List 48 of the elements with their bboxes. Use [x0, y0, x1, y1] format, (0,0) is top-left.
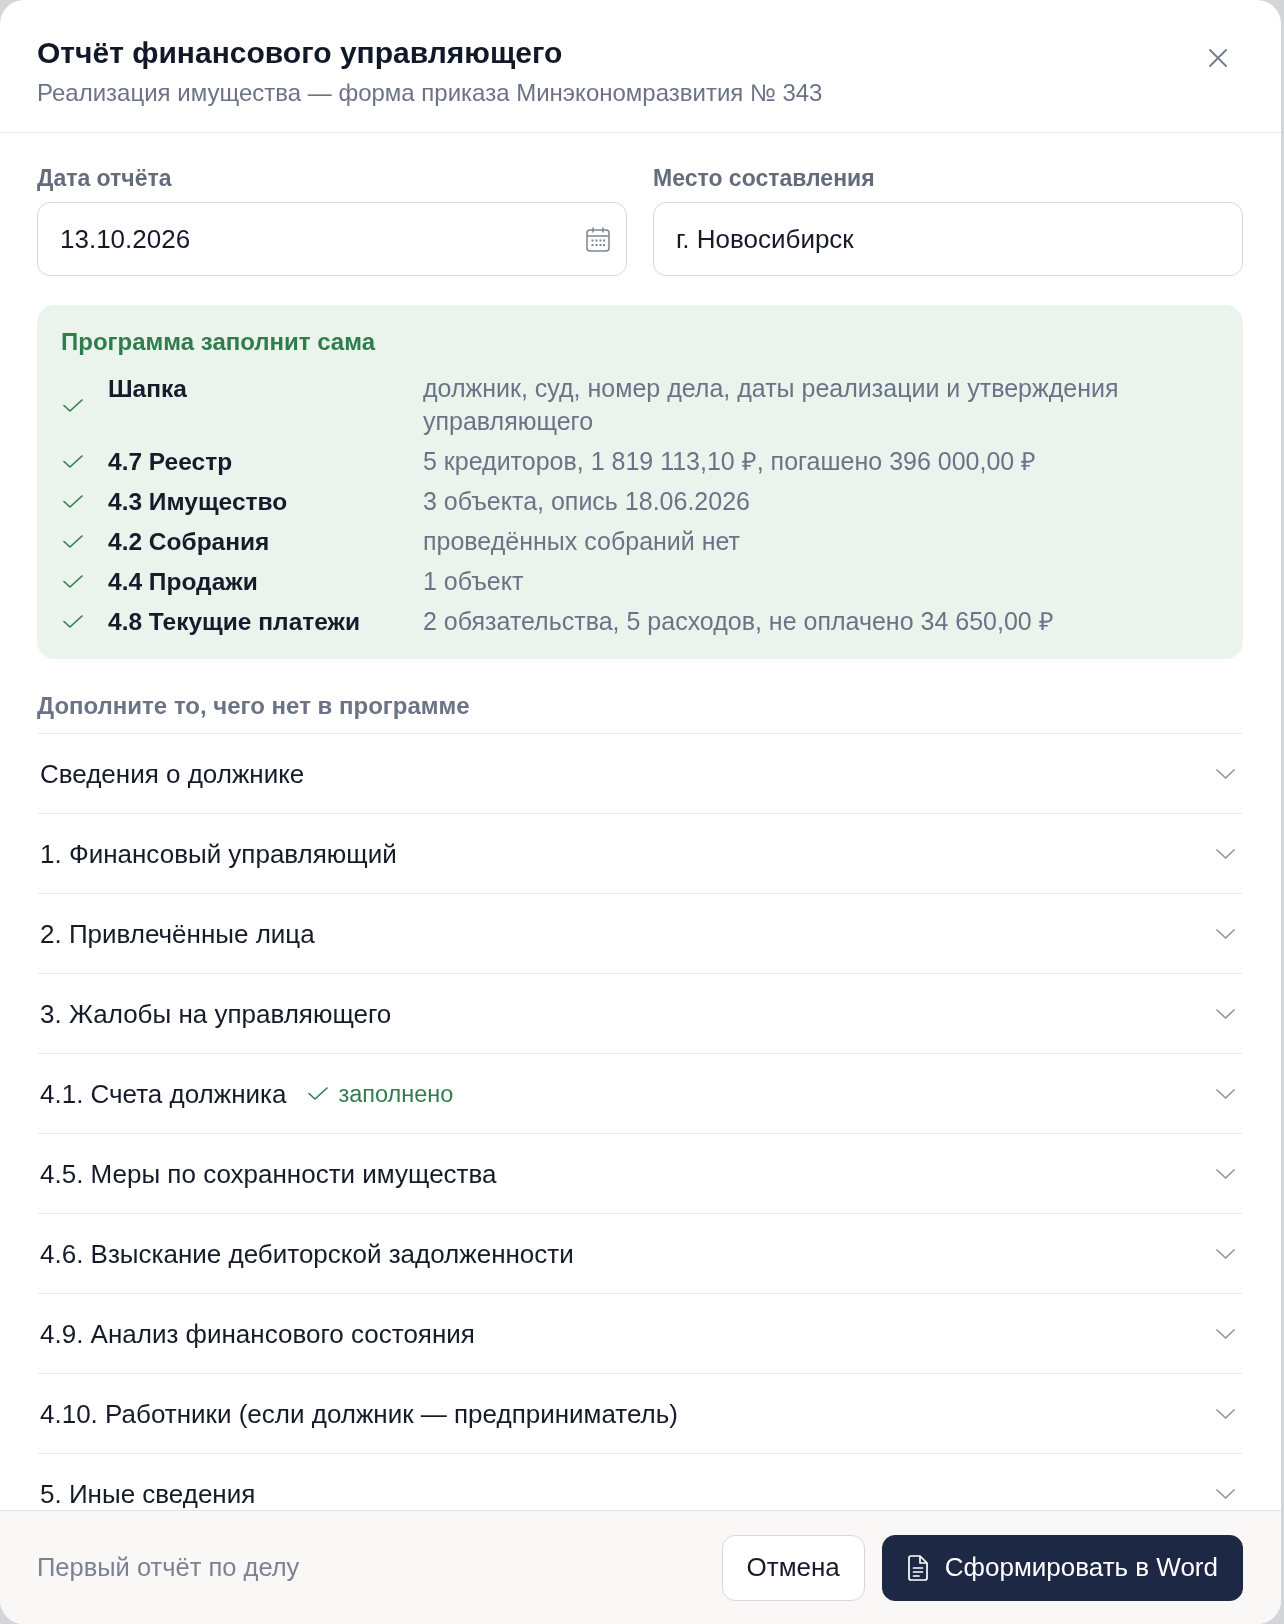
- item-description: 1 объект: [423, 566, 524, 597]
- text-input-field[interactable]: г. Новосибирск: [653, 202, 1243, 276]
- item-description: 3 объекта, опись 18.06.2026: [423, 486, 750, 517]
- item-description: 2 обязательства, 5 расходов, не оплачено 34 650,00 ₽: [423, 606, 1054, 637]
- date-input-field[interactable]: 13.10.2026: [37, 202, 627, 276]
- dialog-title: Отчёт финансового управляющего: [37, 35, 563, 71]
- field-label: Дата отчёта: [37, 165, 172, 191]
- section-title[interactable]: 4.10. Работники (если должник — предприниматель): [40, 1398, 678, 1429]
- section-title[interactable]: 4.5. Меры по сохранности имущества: [40, 1158, 497, 1189]
- close-icon: [1209, 49, 1227, 67]
- panel-title: Программа заполнит сама: [61, 329, 375, 355]
- calendar-icon[interactable]: [586, 226, 610, 252]
- section-title[interactable]: 5. Иные сведения: [40, 1478, 256, 1509]
- item-label: 4.3 Имущество: [108, 487, 288, 517]
- item-label: 4.2 Собрания: [108, 527, 270, 557]
- document-icon: [906, 1554, 929, 1581]
- check-icon: [308, 1087, 329, 1100]
- chevron-icon[interactable]: [1216, 1408, 1235, 1419]
- chevron-icon[interactable]: [1216, 1488, 1235, 1499]
- section-title[interactable]: 3. Жалобы на управляющего: [40, 998, 392, 1029]
- section-title[interactable]: 1. Финансовый управляющий: [40, 838, 397, 869]
- section-title[interactable]: Сведения о должнике: [40, 758, 305, 789]
- chevron-icon[interactable]: [1216, 1008, 1235, 1019]
- chevron-icon[interactable]: [1216, 1248, 1235, 1259]
- item-description: должник, суд, номер дела, даты реализации и утверждения управляющего: [423, 373, 1120, 437]
- section-title[interactable]: 4.9. Анализ финансового состояния: [40, 1318, 475, 1349]
- chevron-icon[interactable]: [1216, 1168, 1235, 1179]
- section-title[interactable]: 4.6. Взыскание дебиторской задолженности: [40, 1238, 574, 1269]
- item-label: 4.4 Продажи: [108, 567, 258, 597]
- cancel-button[interactable]: Отмена: [721, 1534, 865, 1601]
- dialog-subtitle: Реализация имущества — форма приказа Минэкономразвития № 343: [37, 78, 823, 108]
- generate-button[interactable]: Сформировать в Word: [881, 1534, 1243, 1601]
- chevron-icon[interactable]: [1216, 768, 1235, 779]
- section-title[interactable]: 4.1. Счета должника: [40, 1078, 287, 1109]
- item-description: проведённых собраний нет: [423, 526, 741, 557]
- item-description: 5 кредиторов, 1 819 113,10 ₽, погашено 396 000,00 ₽: [423, 446, 1037, 477]
- item-label: 4.8 Текущие платежи: [108, 607, 360, 637]
- chevron-icon[interactable]: [1216, 928, 1235, 939]
- chevron-icon[interactable]: [1216, 848, 1235, 859]
- chevron-icon[interactable]: [1216, 1328, 1235, 1339]
- footer-note: Первый отчёт по делу: [37, 1553, 300, 1582]
- field-label: Место составления: [653, 165, 875, 191]
- section-heading: Дополните то, чего нет в программе: [37, 693, 471, 719]
- chevron-icon[interactable]: [1216, 1088, 1235, 1099]
- item-label: 4.7 Реестр: [108, 447, 233, 477]
- status-text: заполнено: [338, 1080, 454, 1107]
- item-label: Шапка: [108, 374, 187, 404]
- section-title[interactable]: 2. Привлечённые лица: [40, 918, 315, 949]
